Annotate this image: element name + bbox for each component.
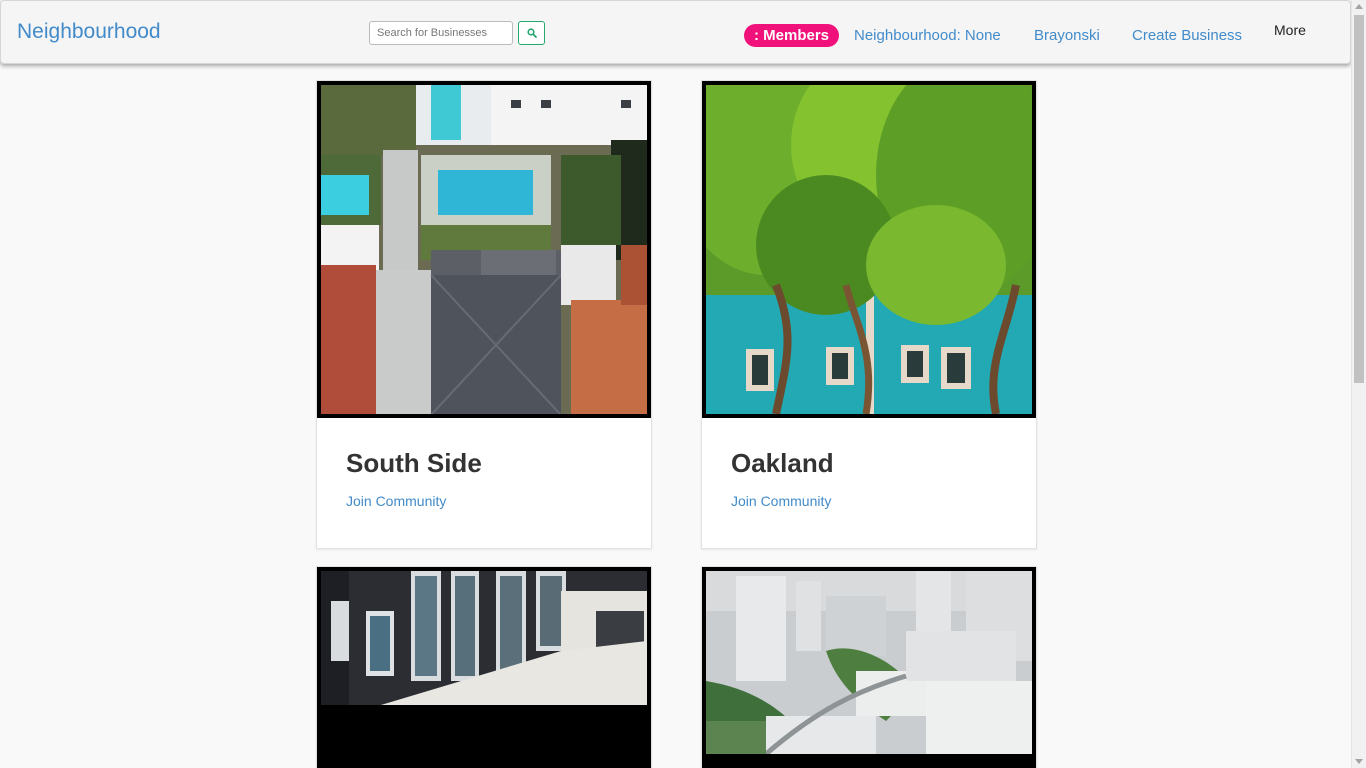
- community-card: [701, 566, 1037, 768]
- scroll-thumb[interactable]: [1354, 15, 1364, 383]
- search-button[interactable]: [518, 21, 545, 45]
- more-dropdown[interactable]: More: [1274, 22, 1306, 38]
- community-image-south-side: [317, 81, 651, 418]
- nav-neighbourhood-link[interactable]: Neighbourhood: None: [854, 27, 1001, 44]
- community-name: Oakland: [731, 448, 834, 478]
- join-community-link[interactable]: Join Community: [731, 493, 831, 509]
- community-name: South Side: [346, 448, 482, 478]
- business-search-input[interactable]: [369, 21, 513, 45]
- search-icon: [526, 28, 537, 38]
- community-card-body: Oakland Join Community: [702, 418, 1036, 511]
- join-community-link[interactable]: Join Community: [346, 493, 446, 509]
- brand-link[interactable]: Neighbourhood: [17, 20, 161, 44]
- community-card: Oakland Join Community: [701, 80, 1037, 549]
- top-navbar: Neighbourhood : Members Neighbourhood: N…: [0, 0, 1351, 64]
- members-badge[interactable]: : Members: [744, 24, 840, 47]
- nav-create-business-link[interactable]: Create Business: [1132, 27, 1242, 44]
- community-card: [316, 566, 652, 768]
- community-image-city: [702, 567, 1036, 768]
- scroll-up-arrow-icon[interactable]: [1355, 4, 1363, 9]
- community-card: South Side Join Community: [316, 80, 652, 549]
- page-scrollbar[interactable]: [1351, 0, 1366, 768]
- community-image-dark-building: [317, 567, 651, 768]
- community-card-body: South Side Join Community: [317, 418, 651, 511]
- community-image-oakland: [702, 81, 1036, 418]
- scroll-down-arrow-icon[interactable]: [1355, 759, 1363, 764]
- nav-profile-link[interactable]: Brayonski: [1034, 27, 1100, 44]
